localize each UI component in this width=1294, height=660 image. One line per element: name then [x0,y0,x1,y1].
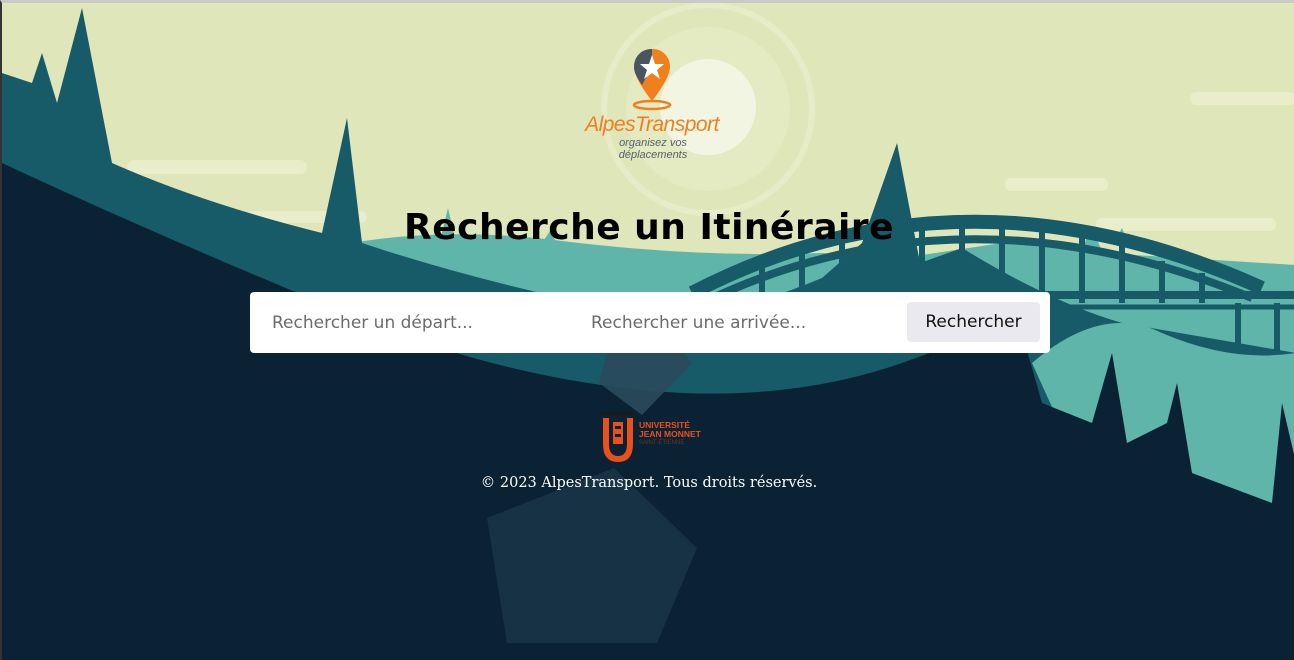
map-pin-star-icon [632,49,672,111]
search-button[interactable]: Rechercher [907,302,1040,342]
university-name: UNIVERSITÉ JEAN MONNET SAINT-ÉTIENNE [639,421,709,448]
ujm-emblem-icon [601,412,635,462]
footer-copyright: © 2023 AlpesTransport. Tous droits réser… [480,475,818,491]
university-logo[interactable]: UNIVERSITÉ JEAN MONNET SAINT-ÉTIENNE [599,412,709,464]
brand-logo[interactable]: AlpesTransport organisez vos déplacement… [577,47,727,172]
page-title: Recherche un Itinéraire [403,207,895,248]
university-name-line2: JEAN MONNET [639,429,701,439]
departure-search-input[interactable] [270,302,564,344]
brand-name: AlpesTransport [585,113,719,136]
itinerary-search-form: Rechercher [250,292,1050,353]
university-name-line3: SAINT-ÉTIENNE [639,440,685,446]
arrival-search-input[interactable] [589,302,893,344]
page: AlpesTransport organisez vos déplacement… [0,0,1294,660]
brand-tagline: organisez vos déplacements [618,137,688,161]
